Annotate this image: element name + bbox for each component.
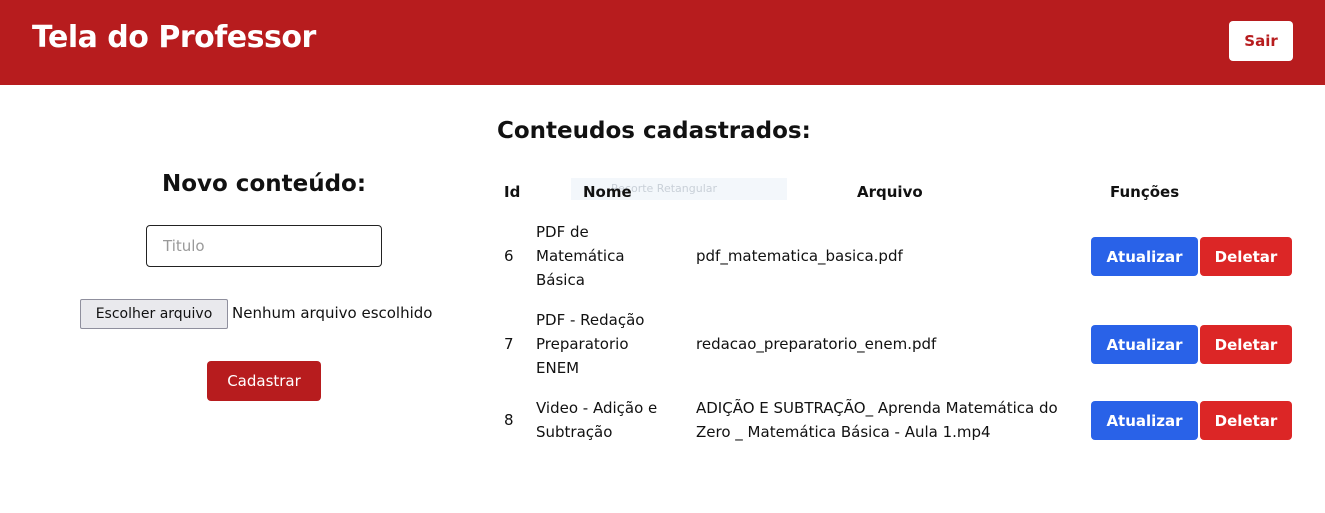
top-bar: Tela do Professor Sair <box>0 0 1325 85</box>
row-id: 7 <box>504 335 514 353</box>
row-id: 8 <box>504 411 514 429</box>
column-header-id: Id <box>504 183 521 201</box>
page-title: Tela do Professor <box>32 20 316 55</box>
row-file: pdf_matematica_basica.pdf <box>696 247 903 265</box>
row-file: ADIÇÃO E SUBTRAÇÃO_ Aprenda Matemática d… <box>696 399 1058 441</box>
column-header-actions: Funções <box>1110 183 1180 201</box>
update-button[interactable]: Atualizar <box>1091 237 1198 276</box>
table-row: 7 PDF - Redação Preparatorio ENEM redaca… <box>496 308 1306 380</box>
update-button[interactable]: Atualizar <box>1091 401 1198 440</box>
delete-button[interactable]: Deletar <box>1200 401 1292 440</box>
submit-button[interactable]: Cadastrar <box>207 361 321 401</box>
column-header-file: Arquivo <box>857 183 923 201</box>
row-id: 6 <box>504 247 514 265</box>
choose-file-button[interactable]: Escolher arquivo <box>80 299 228 329</box>
form-title: Novo conteúdo: <box>161 171 367 197</box>
table-row: 8 Video - Adição e Subtração ADIÇÃO E SU… <box>496 396 1306 444</box>
row-name: PDF de Matemática Básica <box>536 223 625 289</box>
file-status-text: Nenhum arquivo escolhido <box>232 304 433 322</box>
logout-button[interactable]: Sair <box>1229 21 1293 61</box>
content-list-title: Conteudos cadastrados: <box>497 118 811 144</box>
delete-button[interactable]: Deletar <box>1200 325 1292 364</box>
column-header-name: Nome <box>583 183 632 201</box>
title-input[interactable] <box>146 225 382 267</box>
row-file: redacao_preparatorio_enem.pdf <box>696 335 937 353</box>
row-name: Video - Adição e Subtração <box>536 399 658 441</box>
delete-button[interactable]: Deletar <box>1200 237 1292 276</box>
table-row: 6 PDF de Matemática Básica pdf_matematic… <box>496 220 1306 292</box>
row-name: PDF - Redação Preparatorio ENEM <box>536 311 645 377</box>
update-button[interactable]: Atualizar <box>1091 325 1198 364</box>
new-content-form <box>0 85 528 513</box>
